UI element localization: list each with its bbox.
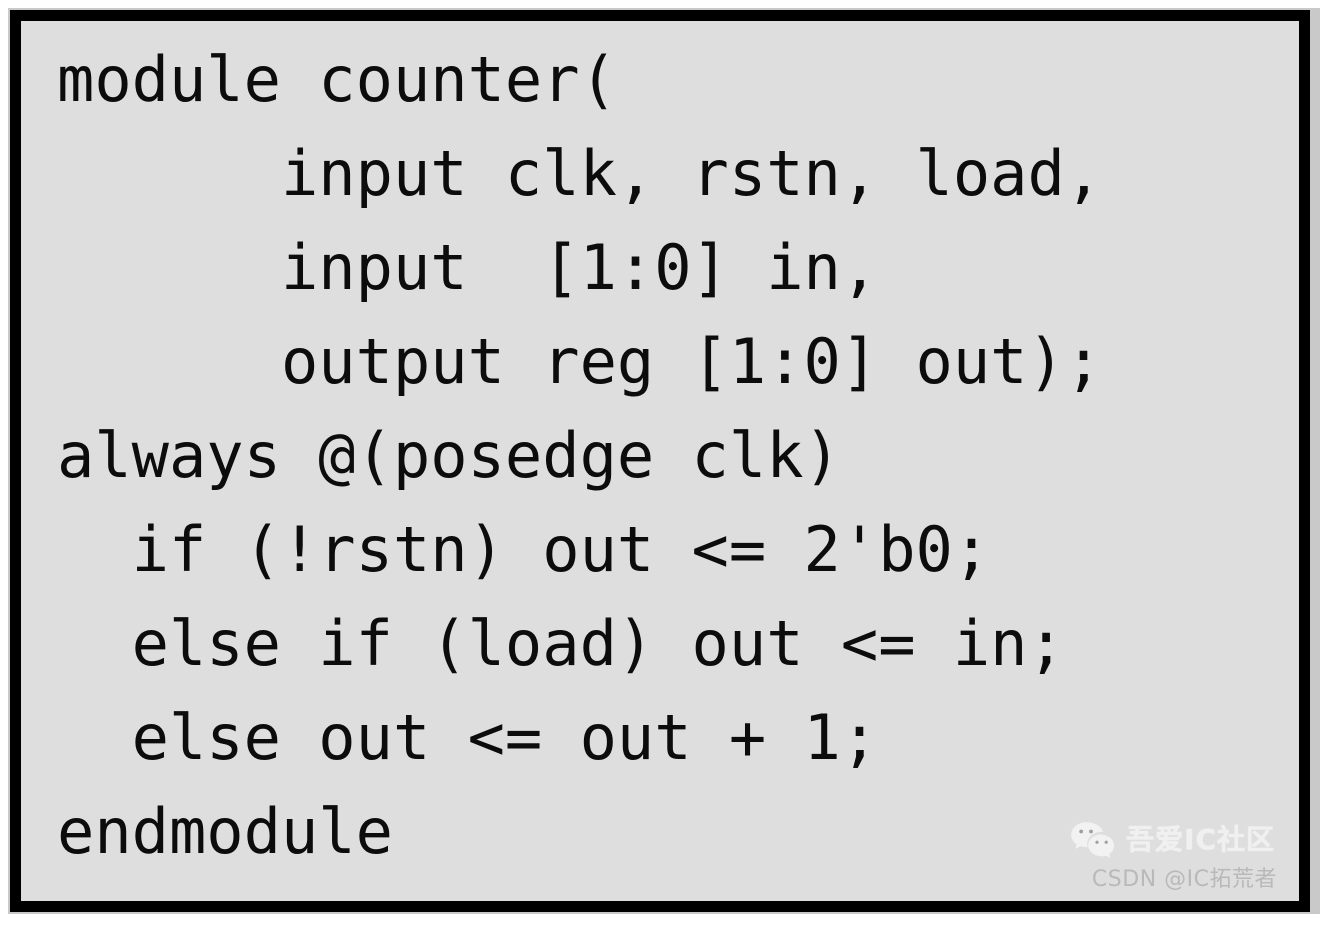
code-line: endmodule xyxy=(57,795,393,868)
code-line: output reg [1:0] out); xyxy=(57,325,1103,398)
code-frame: module counter( input clk, rstn, load, i… xyxy=(10,10,1310,912)
code-surface: module counter( input clk, rstn, load, i… xyxy=(21,21,1299,901)
code-line: module counter( xyxy=(57,43,617,116)
verilog-code-block: module counter( input clk, rstn, load, i… xyxy=(57,33,1102,879)
code-line: input [1:0] in, xyxy=(57,231,879,304)
screenshot-page: module counter( input clk, rstn, load, i… xyxy=(0,0,1334,929)
code-line: if (!rstn) out <= 2'b0; xyxy=(57,513,991,586)
watermark-brand-text: 吾爱IC社区 xyxy=(1126,823,1275,856)
code-line: input clk, rstn, load, xyxy=(57,137,1103,210)
code-line: else if (load) out <= in; xyxy=(57,607,1065,680)
code-line: else out <= out + 1; xyxy=(57,701,879,774)
code-line: always @(posedge clk) xyxy=(57,419,841,492)
